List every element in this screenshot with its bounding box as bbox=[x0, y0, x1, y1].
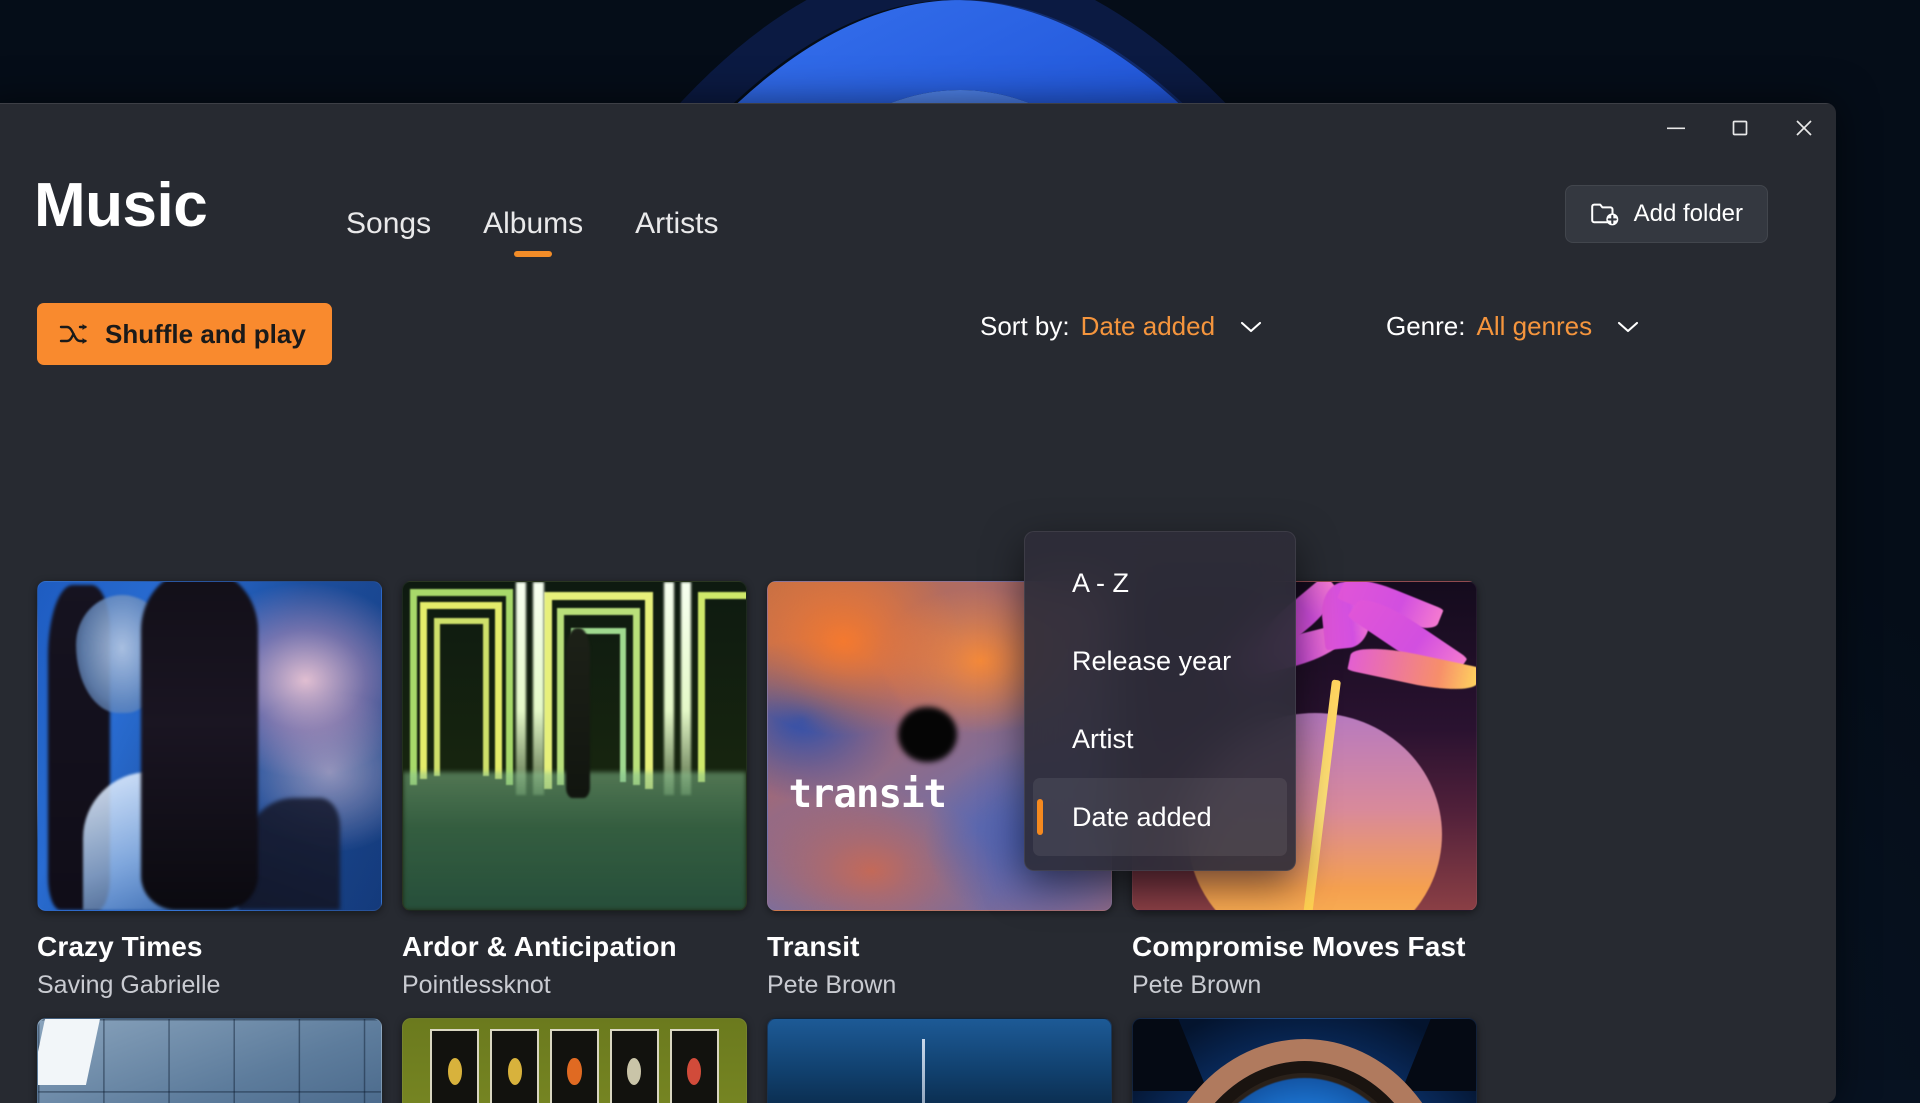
close-icon bbox=[1792, 116, 1816, 140]
art-shape bbox=[768, 1019, 1111, 1103]
sort-option-release-year[interactable]: Release year bbox=[1033, 622, 1287, 700]
art-shape bbox=[681, 582, 691, 795]
art-shape bbox=[141, 581, 258, 910]
art-shape bbox=[898, 707, 956, 763]
album-title: Ardor & Anticipation bbox=[402, 930, 747, 963]
art-shape bbox=[1401, 1019, 1477, 1091]
album-art[interactable] bbox=[402, 1018, 747, 1103]
genre-value: All genres bbox=[1477, 311, 1593, 342]
album-title: Transit bbox=[767, 930, 1112, 963]
album-art[interactable] bbox=[1132, 1018, 1477, 1103]
album-art-text: transit bbox=[789, 772, 946, 817]
album-grid: Crazy Times Saving Gabrielle Ardor & Ant… bbox=[37, 581, 1537, 1103]
art-shape bbox=[664, 582, 674, 795]
album-art[interactable] bbox=[37, 581, 382, 911]
art-shape bbox=[1132, 1019, 1208, 1091]
art-shape bbox=[610, 1029, 659, 1103]
album-card[interactable]: Crazy Times Saving Gabrielle bbox=[37, 581, 382, 1000]
page-title: Music bbox=[34, 175, 207, 237]
album-art[interactable] bbox=[402, 581, 747, 911]
sort-option-label: Release year bbox=[1072, 646, 1231, 677]
tab-active-underline bbox=[514, 251, 552, 257]
sort-by-control[interactable]: Sort by: Date added bbox=[980, 311, 1264, 342]
album-card[interactable]: Ardor & Anticipation Pointlessknot bbox=[402, 581, 747, 1000]
album-artist: Pete Brown bbox=[767, 970, 1112, 1000]
shuffle-label: Shuffle and play bbox=[105, 319, 306, 350]
genre-label: Genre: bbox=[1386, 311, 1466, 342]
folder-plus-icon bbox=[1590, 200, 1620, 228]
sort-option-date-added[interactable]: Date added bbox=[1033, 778, 1287, 856]
sort-option-a-z[interactable]: A - Z bbox=[1033, 544, 1287, 622]
maximize-button[interactable] bbox=[1708, 103, 1772, 153]
selected-marker bbox=[1037, 799, 1043, 835]
sort-by-dropdown-menu: A - Z Release year Artist Date added bbox=[1024, 531, 1296, 871]
art-shape bbox=[550, 1029, 599, 1103]
music-app-window: Music Songs Albums Artists Add folder bbox=[0, 103, 1836, 1103]
album-art[interactable] bbox=[37, 1018, 382, 1103]
window-top-border bbox=[0, 103, 1836, 104]
maximize-icon bbox=[1729, 117, 1751, 139]
art-shape bbox=[922, 1039, 925, 1103]
album-artist: Pointlessknot bbox=[402, 970, 747, 1000]
add-folder-label: Add folder bbox=[1634, 200, 1743, 228]
art-shape bbox=[698, 592, 747, 782]
art-shape bbox=[566, 628, 590, 799]
tab-artists-label: Artists bbox=[635, 207, 718, 240]
album-card[interactable] bbox=[37, 1018, 382, 1103]
sort-by-label: Sort by: bbox=[980, 311, 1070, 342]
app-header: Music Songs Albums Artists Add folder bbox=[0, 153, 1836, 273]
sort-option-label: A - Z bbox=[1072, 568, 1129, 599]
album-art[interactable] bbox=[767, 1018, 1112, 1103]
genre-chevron[interactable] bbox=[1615, 319, 1641, 335]
minimize-button[interactable] bbox=[1644, 103, 1708, 153]
art-shape bbox=[434, 618, 489, 775]
art-shape bbox=[430, 1029, 718, 1103]
tab-songs[interactable]: Songs bbox=[320, 203, 457, 245]
chevron-down-icon bbox=[1238, 319, 1264, 335]
sort-chevron[interactable] bbox=[1238, 319, 1264, 335]
tab-songs-label: Songs bbox=[346, 207, 431, 240]
sort-by-value: Date added bbox=[1081, 311, 1215, 342]
toolbar: Shuffle and play Sort by: Date added Gen… bbox=[0, 293, 1836, 379]
album-card[interactable] bbox=[402, 1018, 747, 1103]
tab-albums[interactable]: Albums bbox=[457, 203, 609, 245]
sort-option-label: Artist bbox=[1072, 724, 1134, 755]
tab-albums-label: Albums bbox=[483, 207, 583, 240]
minimize-icon bbox=[1665, 122, 1687, 134]
tab-artists[interactable]: Artists bbox=[609, 203, 744, 245]
nav-tabs: Songs Albums Artists bbox=[320, 203, 744, 245]
art-shape bbox=[430, 1029, 479, 1103]
album-title: Crazy Times bbox=[37, 930, 382, 963]
album-artist: Saving Gabrielle bbox=[37, 970, 382, 1000]
chevron-down-icon bbox=[1615, 319, 1641, 335]
album-card[interactable] bbox=[767, 1018, 1112, 1103]
shuffle-and-play-button[interactable]: Shuffle and play bbox=[37, 303, 332, 365]
close-button[interactable] bbox=[1772, 103, 1836, 153]
add-folder-button[interactable]: Add folder bbox=[1565, 185, 1768, 243]
art-shape bbox=[490, 1029, 539, 1103]
art-shape bbox=[670, 1029, 719, 1103]
art-shape bbox=[533, 582, 543, 795]
window-controls bbox=[1644, 103, 1836, 153]
album-artist: Pete Brown bbox=[1132, 970, 1477, 1000]
shuffle-icon bbox=[59, 322, 89, 346]
sort-option-artist[interactable]: Artist bbox=[1033, 700, 1287, 778]
art-shape bbox=[516, 582, 526, 795]
album-title: Compromise Moves Fast bbox=[1132, 930, 1477, 963]
album-card[interactable] bbox=[1132, 1018, 1477, 1103]
sort-option-label: Date added bbox=[1072, 802, 1212, 833]
genre-control[interactable]: Genre: All genres bbox=[1386, 311, 1641, 342]
